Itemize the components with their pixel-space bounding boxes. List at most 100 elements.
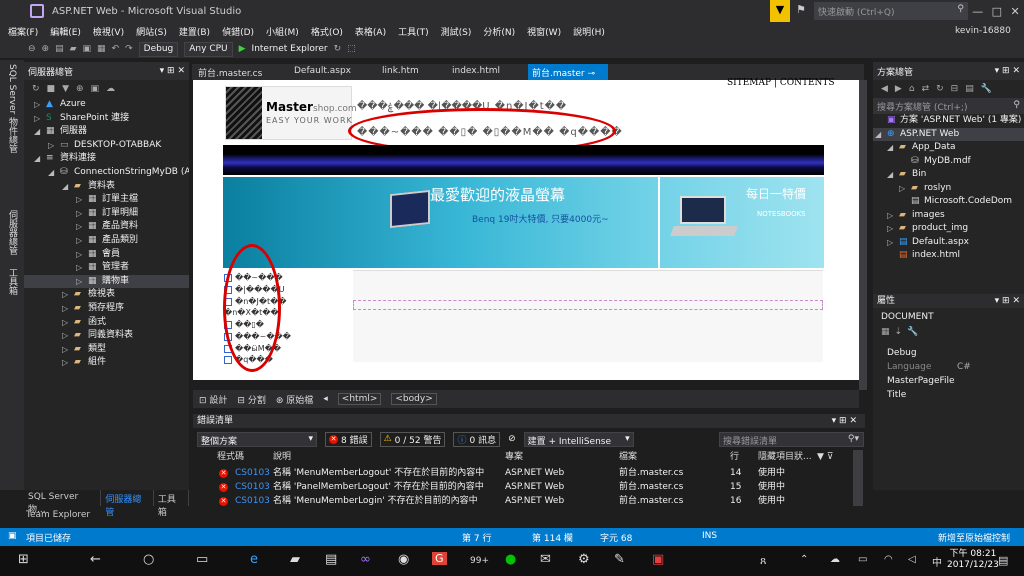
solution-tree-item[interactable]: ▷ ▰ roslyn — [873, 182, 1024, 196]
source-control-button[interactable]: 新增至原始檔控制 — [938, 531, 1010, 544]
menu-view[interactable]: 檢視(V) — [87, 25, 130, 38]
run-target-button[interactable]: Internet Explorer — [252, 44, 328, 54]
close-panel-icon[interactable]: ✕ — [177, 66, 185, 76]
breadcrumb-html[interactable]: <html> — [337, 393, 382, 405]
expanded-arrow-icon[interactable]: ◢ — [48, 166, 54, 180]
start-debug-icon[interactable]: ▶ — [239, 44, 246, 54]
tree-item[interactable]: ▷ ▰ 組件 — [24, 356, 189, 370]
pin-icon[interactable]: ▾ ⊞ ✕ — [995, 66, 1020, 76]
notification-badge[interactable]: 99+ — [470, 556, 489, 566]
tab-default-aspx[interactable]: Default.aspx — [294, 66, 351, 76]
google-icon[interactable]: G — [432, 552, 447, 565]
action-center-icon[interactable]: ▤ — [998, 554, 1008, 567]
expanded-arrow-icon[interactable]: ◢ — [62, 180, 68, 194]
col-project[interactable]: 專案 — [505, 450, 523, 464]
browser-link-icon[interactable]: ⬚ — [347, 44, 356, 54]
task-view-icon[interactable]: ▭ — [196, 552, 208, 567]
expand-arrow-icon[interactable]: ▷ — [62, 316, 68, 330]
refresh-icon[interactable]: ↻ — [32, 84, 40, 94]
menu-build[interactable]: 建置(B) — [173, 25, 216, 38]
expand-arrow-icon[interactable]: ▷ — [62, 356, 68, 370]
menu-format[interactable]: 格式(O) — [305, 25, 349, 38]
app-icon[interactable]: ✎ — [614, 552, 625, 567]
tree-item[interactable]: ▷ ▰ 函式 — [24, 316, 189, 330]
tree-item[interactable]: ▷ S SharePoint 連接 — [24, 112, 189, 126]
tree-item[interactable]: ◢ ▰ 資料表 — [24, 180, 189, 194]
server-explorer-vertical-tab[interactable]: 伺服器總管 — [6, 210, 19, 255]
error-row[interactable]: ✕ CS0103 名稱 'MenuMemberLogin' 不存在於目前的內容中 AS… — [193, 494, 853, 508]
tree-item[interactable]: ▷ ▦ 管理者 — [24, 261, 189, 275]
tree-item[interactable]: ▷ ▦ 購物車 — [24, 274, 189, 289]
solution-tree-item[interactable]: ▣ 方案 'ASP.NET Web' (1 專案) — [873, 114, 1024, 128]
tree-item[interactable]: ▷ ▰ 類型 — [24, 343, 189, 357]
expand-arrow-icon[interactable]: ▷ — [76, 275, 82, 289]
errors-filter-button[interactable]: ✕ 8 錯誤 — [325, 431, 372, 447]
chrome-like-icon[interactable]: ◉ — [398, 552, 409, 567]
back-icon[interactable]: ⊖ — [28, 44, 36, 54]
menu-team[interactable]: 小組(M) — [260, 25, 305, 38]
expand-arrow-icon[interactable]: ◢ — [887, 141, 893, 155]
solution-config-select[interactable]: Debug — [138, 41, 179, 57]
solution-tree-item[interactable]: ◢ ▰ Bin — [873, 168, 1024, 182]
expand-arrow-icon[interactable]: ▷ — [62, 329, 68, 343]
tree-item[interactable]: ◢ ⛁ ConnectionStringMyDB (A — [24, 166, 189, 180]
solution-tree-item[interactable]: ▷ ▰ images — [873, 209, 1024, 223]
clear-filter-icon[interactable]: ⊘ — [508, 434, 516, 444]
expand-arrow-icon[interactable]: ▷ — [76, 207, 82, 221]
breadcrumb-body[interactable]: <body> — [391, 393, 437, 405]
refresh-icon[interactable]: ↻ — [334, 44, 342, 54]
show-all-icon[interactable]: ▤ — [965, 84, 974, 94]
expand-arrow-icon[interactable]: ▷ — [76, 261, 82, 275]
team-explorer-tab[interactable]: Team Explorer — [26, 510, 90, 520]
mail-icon[interactable]: ✉ — [540, 552, 551, 567]
solution-search-input[interactable]: 搜尋方案總管 (Ctrl+;) ⚲ — [873, 98, 1024, 114]
expand-arrow-icon[interactable]: ▷ — [76, 220, 82, 234]
menu-file[interactable]: 檔案(F) — [2, 25, 44, 38]
expand-arrow-icon[interactable]: ▷ — [887, 236, 893, 250]
expand-arrow-icon[interactable]: ▷ — [62, 288, 68, 302]
clock[interactable]: 下午 08:21 2017/12/23 — [947, 549, 999, 571]
expand-arrow-icon[interactable]: ▷ — [899, 182, 905, 196]
expand-arrow-icon[interactable]: ▷ — [887, 209, 893, 223]
pin-tab-icon[interactable]: ⊸ — [587, 69, 595, 79]
solution-tree-item[interactable]: ▷ ▰ product_img — [873, 222, 1024, 236]
error-search-input[interactable]: 搜尋錯誤清單 ⚲▾ — [719, 432, 864, 447]
warnings-filter-button[interactable]: ⚠ 0 / 52 警告 — [379, 431, 446, 447]
properties-icon[interactable]: 🔧 — [981, 84, 992, 94]
tree-item[interactable]: ▷ ▦ 產品資料 — [24, 220, 189, 234]
tray-chevron-icon[interactable]: ⌃ — [800, 554, 808, 565]
quick-launch-input[interactable]: 快速啟動 (Ctrl+Q) ⚲ — [814, 2, 968, 20]
tab-link-htm[interactable]: link.htm — [382, 66, 419, 76]
menu-window[interactable]: 視窗(W) — [521, 25, 567, 38]
app-red-icon[interactable]: ▣ — [652, 552, 664, 567]
menu-help[interactable]: 說明(H) — [567, 25, 611, 38]
error-row[interactable]: ✕ CS0103 名稱 'MenuMemberLogout' 不存在於目前的內容中 A… — [193, 466, 853, 480]
start-icon[interactable]: ⊞ — [18, 552, 29, 567]
save-all-icon[interactable]: ▦ — [97, 44, 106, 54]
cloud-icon[interactable]: ☁ — [830, 554, 840, 565]
tree-item[interactable]: ◢ ▦ 伺服器 — [24, 125, 189, 139]
close-icon[interactable]: ✕ — [1011, 5, 1020, 18]
error-row[interactable]: ✕ CS0103 名稱 'PanelMemberLogout' 不存在於目前的內容中… — [193, 480, 853, 494]
ime-indicator[interactable]: 中 — [932, 554, 942, 569]
minimize-icon[interactable]: — — [972, 5, 983, 18]
collapse-icon[interactable]: ⊟ — [951, 84, 959, 94]
source-view-button[interactable]: ⊛ 原始檔 — [276, 393, 313, 406]
property-row[interactable]: Debug — [887, 348, 1022, 358]
platform-select[interactable]: Any CPU — [184, 41, 233, 57]
toolbox-tab[interactable]: 工具箱 — [154, 490, 189, 518]
maximize-icon[interactable]: □ — [992, 5, 1002, 18]
expand-arrow-icon[interactable]: ◢ — [875, 128, 881, 142]
property-pages-icon[interactable]: 🔧 — [907, 327, 918, 337]
expanded-arrow-icon[interactable]: ◢ — [34, 152, 40, 166]
redo-icon[interactable]: ↷ — [125, 44, 133, 54]
menu-analyze[interactable]: 分析(N) — [477, 25, 521, 38]
sync-icon[interactable]: ⇄ — [922, 84, 930, 94]
col-suppression[interactable]: 隱藏項目狀... — [758, 450, 812, 464]
menu-edit[interactable]: 編輯(E) — [44, 25, 87, 38]
connect-database-icon[interactable]: ⊕ — [76, 84, 84, 94]
solution-tree-item[interactable]: ▤ index.html — [873, 249, 1024, 263]
tab-index-html[interactable]: index.html — [452, 66, 500, 76]
toolbox-vertical-tab[interactable]: 工具箱 — [6, 268, 19, 295]
error-list-close-icon[interactable]: ▾ ⊞ ✕ — [832, 414, 857, 428]
